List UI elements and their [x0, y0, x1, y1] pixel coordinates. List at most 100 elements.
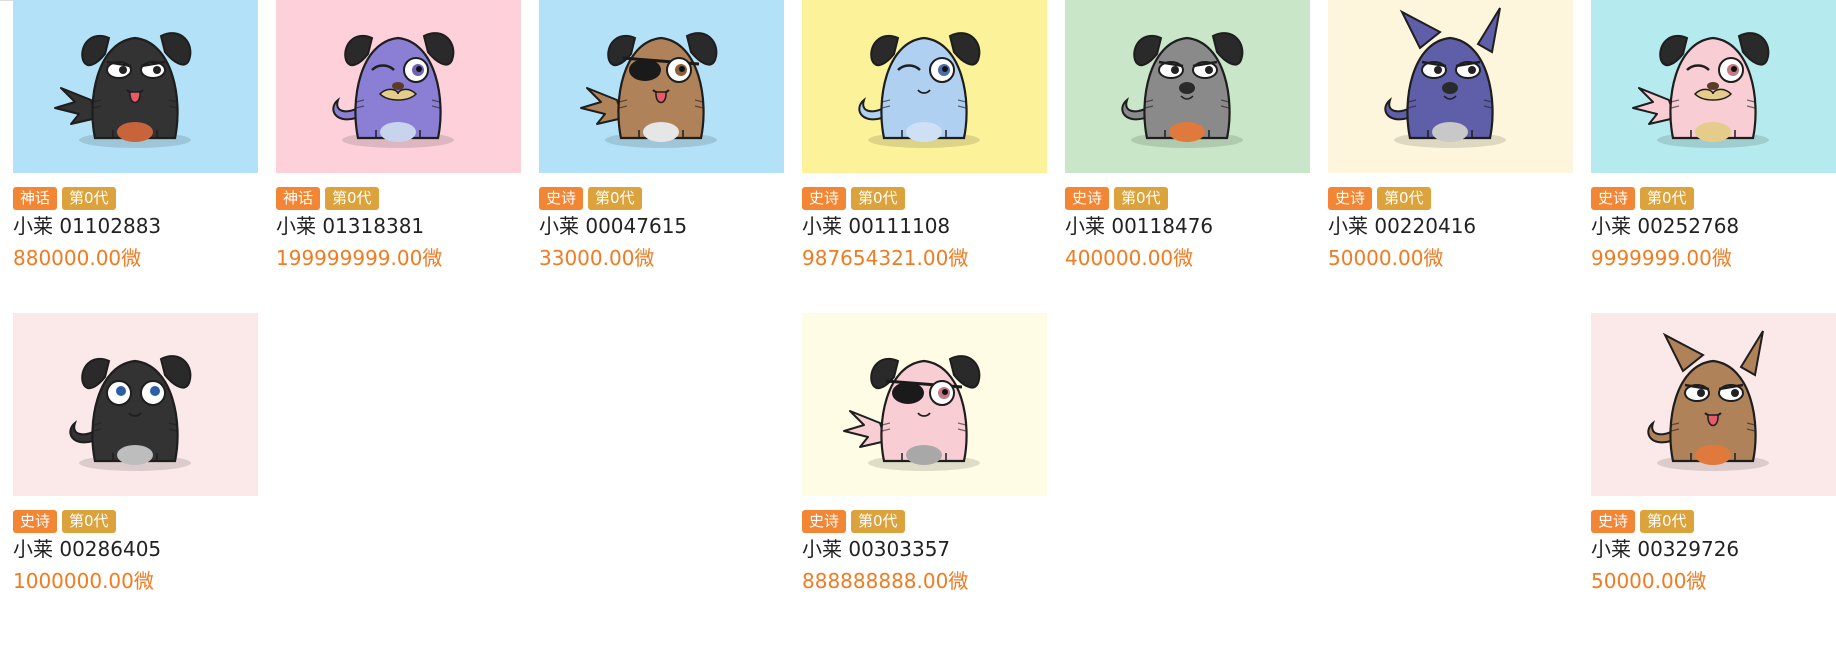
- kitty-thumbnail: [1591, 0, 1836, 173]
- kitty-card-00118476[interactable]: 史诗 第0代 小莱 00118476 400000.00微: [1065, 0, 1310, 270]
- rarity-badge: 史诗: [539, 187, 584, 210]
- rarity-badge: 史诗: [802, 187, 847, 210]
- nose-shape: [1442, 82, 1458, 94]
- kitty-price: 50000.00微: [1591, 569, 1707, 593]
- kitty-card-00286405[interactable]: 史诗 第0代 小莱 00286405 1000000.00微: [13, 313, 258, 593]
- pupil-right-core: [679, 66, 685, 72]
- tail-shape: [858, 97, 886, 121]
- kitty-card-01318381[interactable]: 神话 第0代 小莱 01318381 199999999.00微: [276, 0, 521, 270]
- belly-shape: [1695, 122, 1731, 142]
- kitty-name: 小莱 00252768: [1591, 214, 1740, 238]
- kitty-card-00252768[interactable]: 史诗 第0代 小莱 00252768 9999999.00微: [1591, 0, 1836, 270]
- kitty-name: 小莱 00329726: [1591, 537, 1740, 561]
- pupil-right-shape: [150, 386, 160, 396]
- generation-badge: 第0代: [62, 510, 116, 533]
- pupil-left-shape: [1171, 66, 1179, 74]
- pupil-right-core: [942, 66, 948, 72]
- tail-shape: [580, 87, 624, 125]
- ear-right-shape: [1739, 330, 1764, 377]
- tail-shape: [1647, 420, 1675, 444]
- kitty-name: 小莱 01318381: [276, 214, 425, 238]
- tail-shape: [54, 87, 98, 125]
- rarity-badge: 神话: [276, 187, 321, 210]
- rarity-badge: 神话: [13, 187, 58, 210]
- kitty-name: 小莱 00047615: [539, 214, 688, 238]
- rarity-badge: 史诗: [1591, 187, 1636, 210]
- kitty-price: 880000.00微: [13, 246, 142, 270]
- kitty-illustration: [54, 32, 192, 148]
- generation-badge: 第0代: [1640, 510, 1694, 533]
- pupil-left-shape: [1697, 389, 1705, 397]
- kitty-name: 小莱 00220416: [1328, 214, 1477, 238]
- rarity-badge: 史诗: [1591, 510, 1636, 533]
- kitty-price: 987654321.00微: [802, 246, 969, 270]
- pupil-right-core: [942, 389, 948, 395]
- tongue-shape: [1707, 414, 1719, 427]
- pupil-left-shape: [119, 66, 127, 74]
- kitty-price: 33000.00微: [539, 246, 655, 270]
- belly-shape: [380, 122, 416, 142]
- kitty-thumbnail: [13, 313, 258, 496]
- pupil-right-shape: [1468, 66, 1476, 74]
- tongue-shape: [129, 91, 141, 104]
- kitty-price: 1000000.00微: [13, 569, 154, 593]
- kitty-name: 小莱 00118476: [1065, 214, 1214, 238]
- generation-badge: 第0代: [1377, 187, 1431, 210]
- pupil-right-core: [416, 66, 422, 72]
- kitty-illustration: [332, 32, 455, 148]
- belly-shape: [117, 122, 153, 142]
- rarity-badge: 史诗: [1328, 187, 1373, 210]
- kitty-thumbnail: [276, 0, 521, 173]
- kitty-illustration: [69, 355, 192, 471]
- pupil-left-shape: [116, 386, 126, 396]
- kitty-illustration: [580, 32, 718, 148]
- generation-badge: 第0代: [851, 187, 905, 210]
- kitty-price: 199999999.00微: [276, 246, 443, 270]
- kitty-illustration: [1632, 32, 1770, 148]
- kitty-card-01102883[interactable]: 神话 第0代 小莱 01102883 880000.00微: [13, 0, 258, 270]
- belly-shape: [643, 122, 679, 142]
- rarity-badge: 史诗: [1065, 187, 1110, 210]
- kitty-thumbnail: [13, 0, 258, 173]
- kitty-thumbnail: [539, 0, 784, 173]
- kitty-illustration: [858, 32, 981, 148]
- kitty-price: 9999999.00微: [1591, 246, 1732, 270]
- nose-shape: [392, 82, 404, 90]
- rarity-badge: 史诗: [13, 510, 58, 533]
- belly-shape: [906, 445, 942, 465]
- pupil-right-core: [1731, 66, 1737, 72]
- belly-shape: [1169, 122, 1205, 142]
- kitty-illustration: [1647, 330, 1769, 471]
- kitty-illustration: [1384, 7, 1506, 148]
- generation-badge: 第0代: [62, 187, 116, 210]
- tail-shape: [1384, 97, 1412, 121]
- rarity-badge: 史诗: [802, 510, 847, 533]
- kitty-price: 400000.00微: [1065, 246, 1194, 270]
- pupil-right-shape: [1731, 389, 1739, 397]
- tail-shape: [332, 97, 360, 121]
- generation-badge: 第0代: [588, 187, 642, 210]
- kitty-card-00220416[interactable]: 史诗 第0代 小莱 00220416 50000.00微: [1328, 0, 1573, 270]
- eye-patch-shape: [629, 59, 661, 81]
- nose-shape: [1707, 82, 1719, 90]
- kitty-thumbnail: [802, 0, 1047, 173]
- tongue-shape: [655, 91, 667, 104]
- kitty-thumbnail: [1328, 0, 1573, 173]
- kitty-card-00111108[interactable]: 史诗 第0代 小莱 00111108 987654321.00微: [802, 0, 1047, 270]
- kitty-card-00329726[interactable]: 史诗 第0代 小莱 00329726 50000.00微: [1591, 313, 1836, 593]
- kitty-name: 小莱 00286405: [13, 537, 162, 561]
- kitty-name: 小莱 00303357: [802, 537, 951, 561]
- pupil-left-shape: [1434, 66, 1442, 74]
- belly-shape: [1432, 122, 1468, 142]
- kitty-card-00047615[interactable]: 史诗 第0代 小莱 00047615 33000.00微: [539, 0, 784, 270]
- eye-patch-shape: [892, 382, 924, 404]
- ear-right-shape: [1476, 7, 1501, 54]
- generation-badge: 第0代: [1640, 187, 1694, 210]
- kitty-price: 888888888.00微: [802, 569, 969, 593]
- kitty-name: 小莱 01102883: [13, 214, 162, 238]
- kitty-card-00303357[interactable]: 史诗 第0代 小莱 00303357 888888888.00微: [802, 313, 1047, 593]
- tail-shape: [1632, 87, 1676, 125]
- belly-shape: [906, 122, 942, 142]
- tail-shape: [69, 420, 97, 444]
- kitty-illustration: [843, 355, 981, 471]
